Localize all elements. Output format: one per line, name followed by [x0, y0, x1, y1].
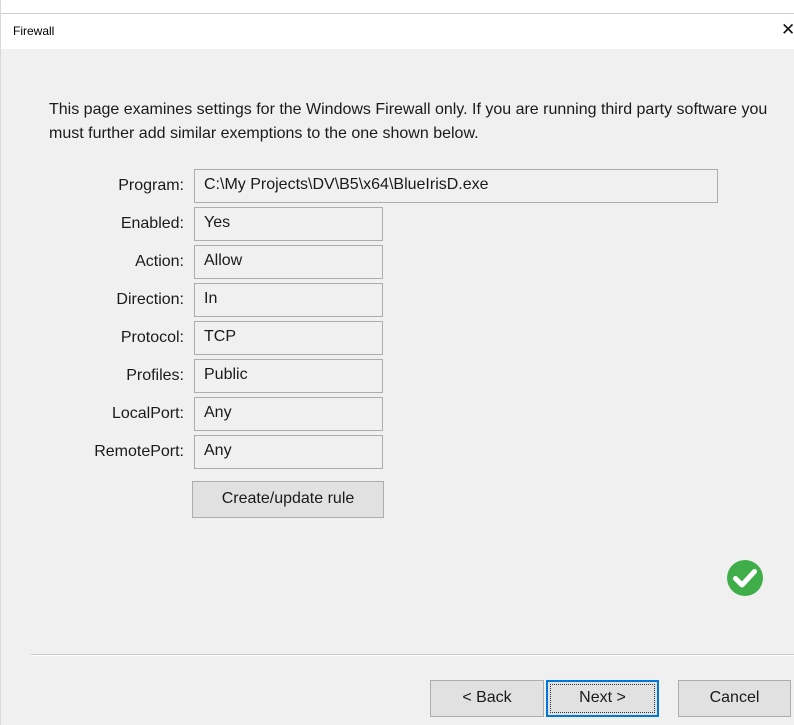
- intro-text: This page examines settings for the Wind…: [49, 101, 768, 142]
- protocol-label: Protocol:: [120, 329, 184, 346]
- program-label: Program:: [118, 177, 184, 194]
- next-button[interactable]: Next >: [546, 680, 659, 717]
- direction-label: Direction:: [116, 291, 184, 308]
- enabled-label: Enabled:: [120, 215, 184, 232]
- direction-field: In: [194, 283, 383, 317]
- back-button[interactable]: < Back: [430, 680, 544, 717]
- program-field: C:\My Projects\DV\B5\x64\BlueIrisD.exe: [194, 169, 718, 203]
- window-top-strip: [1, 0, 794, 13]
- remoteport-label: RemotePort:: [94, 443, 184, 460]
- title-bar: Firewall ✕: [1, 13, 794, 49]
- action-field: Allow: [194, 245, 383, 279]
- close-icon[interactable]: ✕: [781, 20, 794, 40]
- enabled-field: Yes: [194, 207, 383, 241]
- create-update-rule-button[interactable]: Create/update rule: [192, 481, 384, 518]
- check-circle-icon: [727, 560, 763, 596]
- localport-field: Any: [194, 397, 383, 431]
- firewall-dialog: Firewall ✕ This page examines settings f…: [0, 0, 794, 725]
- focus-rect: [550, 684, 655, 713]
- footer-separator: [31, 654, 794, 656]
- window-title: Firewall: [13, 24, 55, 38]
- profiles-label: Profiles:: [126, 367, 184, 384]
- localport-label: LocalPort:: [111, 405, 184, 422]
- action-label: Action:: [135, 253, 184, 270]
- protocol-field: TCP: [194, 321, 383, 355]
- profiles-field: Public: [194, 359, 383, 393]
- remoteport-field: Any: [194, 435, 383, 469]
- cancel-button[interactable]: Cancel: [678, 680, 791, 717]
